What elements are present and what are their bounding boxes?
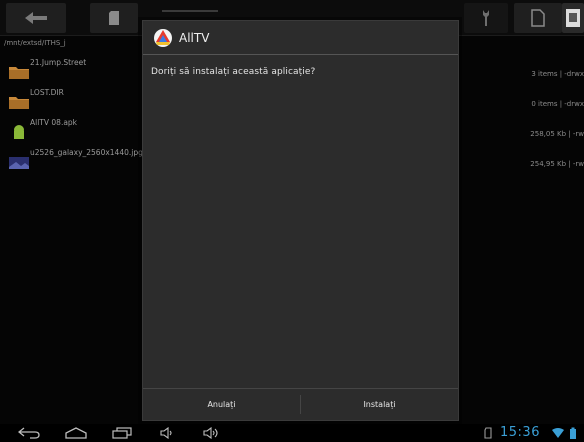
- sdcard-icon: [109, 11, 119, 25]
- recent-apps-icon[interactable]: [112, 427, 132, 439]
- back-arrow-icon: [25, 12, 47, 24]
- file-name: 21.Jump.Street: [30, 58, 87, 67]
- file-meta: 0 items | -drwx: [531, 100, 584, 108]
- file-meta: 254,95 Kb | -rw: [530, 160, 584, 168]
- screen: /mnt/extsd/ITHS_j 21.Jump.Street 3 items…: [0, 0, 584, 442]
- back-nav-icon[interactable]: [18, 427, 40, 439]
- folder-icon: [9, 67, 29, 79]
- app-icon: [154, 29, 172, 47]
- dialog-header: AllTV: [143, 21, 458, 55]
- dialog-button-bar: Anulați Instalați: [143, 388, 458, 420]
- volume-up-icon[interactable]: [203, 427, 221, 439]
- home-icon[interactable]: [64, 427, 88, 439]
- file-name: AllTV 08.apk: [30, 118, 78, 127]
- install-dialog: AllTV Doriți să instalați această aplica…: [142, 20, 459, 421]
- install-button[interactable]: Instalați: [301, 389, 458, 420]
- android-apk-icon: [14, 125, 24, 139]
- dialog-title: AllTV: [179, 31, 210, 45]
- tools-button[interactable]: [464, 3, 508, 33]
- folder-icon: [9, 97, 29, 109]
- system-bar: 15:36: [0, 424, 584, 442]
- copy-button[interactable]: [514, 3, 562, 33]
- file-meta: 258,05 Kb | -rw: [530, 130, 584, 138]
- volume-down-icon[interactable]: [160, 427, 174, 439]
- sdcard-status-icon: [484, 427, 492, 439]
- file-name: LOST.DIR: [30, 88, 64, 97]
- file-name: u2526_galaxy_2560x1440.jpg: [30, 148, 143, 157]
- wrench-icon: [483, 10, 489, 26]
- file-meta: 3 items | -drwx: [531, 70, 584, 78]
- sdcard-button[interactable]: [90, 3, 138, 33]
- clock[interactable]: 15:36: [500, 425, 540, 440]
- cancel-button[interactable]: Anulați: [143, 389, 300, 420]
- battery-icon: [570, 427, 576, 439]
- document-icon: [531, 9, 545, 27]
- tab-indicator: [162, 10, 218, 12]
- file-manager-icon: [566, 9, 580, 27]
- back-button[interactable]: [6, 3, 66, 33]
- dialog-message: Doriți să instalați această aplicație?: [151, 67, 316, 77]
- image-icon: [9, 157, 29, 169]
- overflow-button[interactable]: [562, 3, 584, 33]
- wifi-icon: [552, 428, 564, 438]
